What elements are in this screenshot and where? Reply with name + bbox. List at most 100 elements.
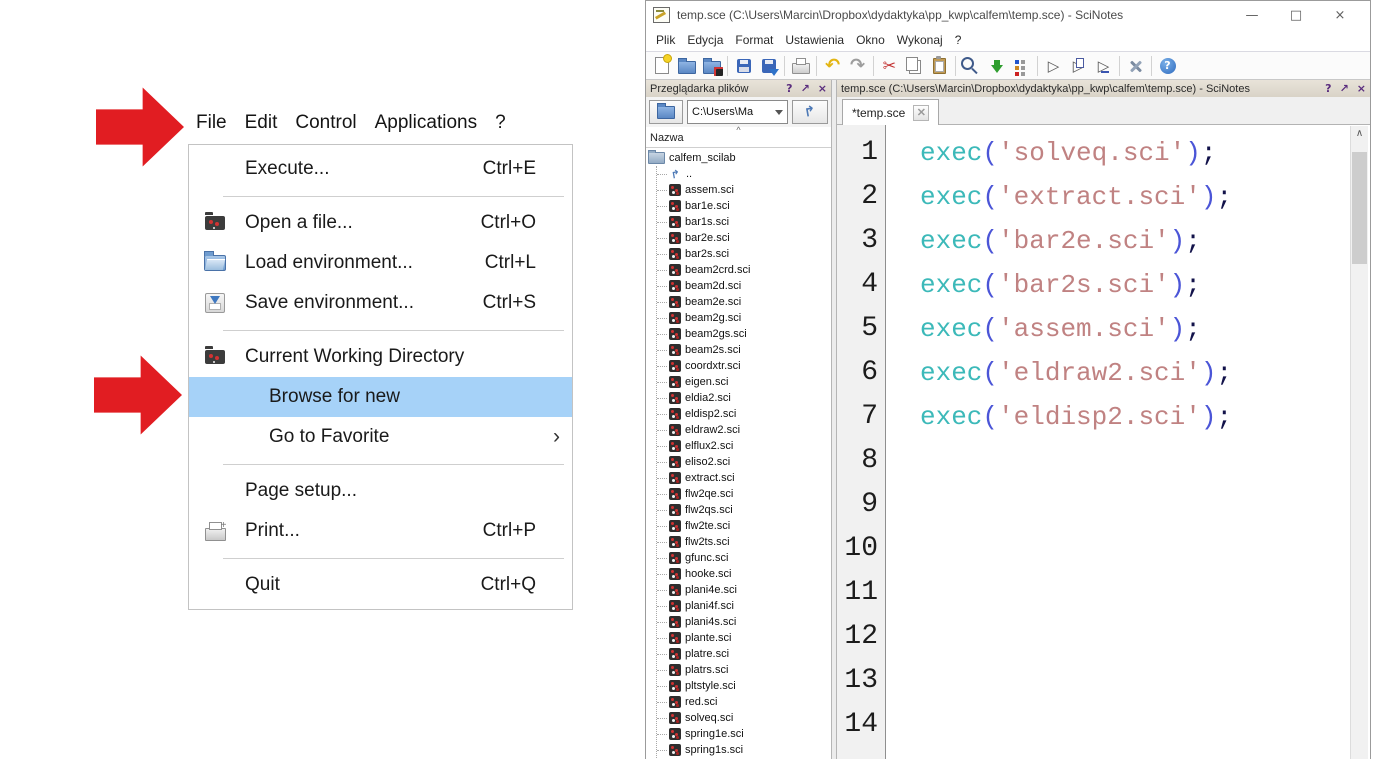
tab-close-icon[interactable]: ✕ <box>913 105 929 121</box>
overlay-menubar-item-applications[interactable]: Applications <box>375 112 477 134</box>
file-item-eldia2-sci[interactable]: eldia2.sci <box>657 390 831 406</box>
cut-button[interactable] <box>877 54 902 78</box>
code-lines[interactable]: exec('solveq.sci');exec('extract.sci'); e… <box>886 125 1370 759</box>
code-line[interactable] <box>920 703 1346 747</box>
file-item-elflux2-sci[interactable]: elflux2.sci <box>657 438 831 454</box>
execute-file-button[interactable] <box>1091 54 1116 78</box>
file-item-plani4e-sci[interactable]: plani4e.sci <box>657 582 831 598</box>
minimize-button[interactable]: — <box>1230 8 1274 23</box>
code-line[interactable]: exec('extract.sci'); <box>920 175 1346 219</box>
menubar-item-[interactable]: ? <box>949 31 968 49</box>
help-button[interactable] <box>1155 54 1180 78</box>
menu-item-save-environment[interactable]: Save environment...Ctrl+S <box>189 283 572 323</box>
menu-item-print[interactable]: Print...Ctrl+P <box>189 511 572 551</box>
menubar-item-edycja[interactable]: Edycja <box>681 31 729 49</box>
column-header-nazwa[interactable]: ^ Nazwa <box>646 127 831 148</box>
menu-item-browse-for-new[interactable]: Browse for new <box>189 377 572 417</box>
file-item-gfunc-sci[interactable]: gfunc.sci <box>657 550 831 566</box>
file-item-hooke-sci[interactable]: hooke.sci <box>657 566 831 582</box>
scrollbar-thumb[interactable] <box>1352 152 1367 264</box>
menubar-item-plik[interactable]: Plik <box>650 31 681 49</box>
menu-item-quit[interactable]: QuitCtrl+Q <box>189 565 572 605</box>
choose-directory-button[interactable] <box>649 100 683 124</box>
overlay-menubar-item-edit[interactable]: Edit <box>245 112 278 134</box>
file-item-flw2te-sci[interactable]: flw2te.sci <box>657 518 831 534</box>
save-as-button[interactable] <box>756 54 781 78</box>
menubar-item-okno[interactable]: Okno <box>850 31 891 49</box>
file-item-beam2s-sci[interactable]: beam2s.sci <box>657 342 831 358</box>
code-line[interactable]: exec('bar2s.sci'); <box>920 263 1346 307</box>
file-item-bar1s-sci[interactable]: bar1s.sci <box>657 214 831 230</box>
menu-item-page-setup[interactable]: Page setup... <box>189 471 572 511</box>
file-item-beam2d-sci[interactable]: beam2d.sci <box>657 278 831 294</box>
preferences-button[interactable] <box>1123 54 1148 78</box>
file-item-flw2ts-sci[interactable]: flw2ts.sci <box>657 534 831 550</box>
file-item-spring1s-sci[interactable]: spring1s.sci <box>657 742 831 758</box>
menu-item-open-a-file[interactable]: Open a file...Ctrl+O <box>189 203 572 243</box>
file-item-coordxtr-sci[interactable]: coordxtr.sci <box>657 358 831 374</box>
code-line[interactable]: exec('assem.sci'); <box>920 307 1346 351</box>
menubar-item-ustawienia[interactable]: Ustawienia <box>779 31 850 49</box>
menubar-item-format[interactable]: Format <box>729 31 779 49</box>
panel-undock-button[interactable]: ↗ <box>1340 83 1349 94</box>
file-item-bar1e-sci[interactable]: bar1e.sci <box>657 198 831 214</box>
open-scilab-file-button[interactable] <box>699 54 724 78</box>
code-area[interactable]: 1234567891011121314 exec('solveq.sci');e… <box>837 125 1370 759</box>
new-file-button[interactable] <box>649 54 674 78</box>
save-button[interactable] <box>731 54 756 78</box>
code-line[interactable] <box>920 527 1346 571</box>
file-item-plante-sci[interactable]: plante.sci <box>657 630 831 646</box>
file-item-beam2crd-sci[interactable]: beam2crd.sci <box>657 262 831 278</box>
overlay-menubar-item-[interactable]: ? <box>495 112 506 134</box>
overlay-menubar-item-control[interactable]: Control <box>295 112 356 134</box>
overlay-menubar-item-file[interactable]: File <box>196 112 227 134</box>
menu-item-go-to-favorite[interactable]: Go to Favorite› <box>189 417 572 457</box>
code-line[interactable]: exec('eldraw2.sci'); <box>920 351 1346 395</box>
file-item-eldisp2-sci[interactable]: eldisp2.sci <box>657 406 831 422</box>
file-item-spring1e-sci[interactable]: spring1e.sci <box>657 726 831 742</box>
file-item-bar2e-sci[interactable]: bar2e.sci <box>657 230 831 246</box>
scroll-up-icon[interactable]: ∧ <box>1351 126 1368 142</box>
execute-button[interactable] <box>1041 54 1066 78</box>
redo-button[interactable] <box>845 54 870 78</box>
file-item-eliso2-sci[interactable]: eliso2.sci <box>657 454 831 470</box>
tab-temp-sce[interactable]: *temp.sce ✕ <box>842 99 939 125</box>
code-line[interactable] <box>920 439 1346 483</box>
print-button[interactable] <box>788 54 813 78</box>
panel-close-button[interactable]: × <box>1357 83 1366 94</box>
file-item-beam2e-sci[interactable]: beam2e.sci <box>657 294 831 310</box>
file-item-plani4s-sci[interactable]: plani4s.sci <box>657 614 831 630</box>
code-line[interactable]: exec('eldisp2.sci'); <box>920 395 1346 439</box>
maximize-button[interactable]: □ <box>1274 8 1318 23</box>
file-item-beam2gs-sci[interactable]: beam2gs.sci <box>657 326 831 342</box>
file-item-flw2qe-sci[interactable]: flw2qe.sci <box>657 486 831 502</box>
file-item-beam2g-sci[interactable]: beam2g.sci <box>657 310 831 326</box>
path-combobox[interactable]: C:\Users\Ma <box>687 100 788 124</box>
code-line[interactable]: exec('solveq.sci'); <box>920 131 1346 175</box>
menu-item-execute[interactable]: Execute...Ctrl+E <box>189 149 572 189</box>
code-line[interactable] <box>920 615 1346 659</box>
copy-button[interactable] <box>902 54 927 78</box>
paste-button[interactable] <box>927 54 952 78</box>
undo-button[interactable] <box>820 54 845 78</box>
file-item-assem-sci[interactable]: assem.sci <box>657 182 831 198</box>
file-item-pltstyle-sci[interactable]: pltstyle.sci <box>657 678 831 694</box>
folder-item-root[interactable]: calfem_scilab <box>648 150 831 166</box>
file-item-platre-sci[interactable]: platre.sci <box>657 646 831 662</box>
file-item-eldraw2-sci[interactable]: eldraw2.sci <box>657 422 831 438</box>
code-line[interactable] <box>920 659 1346 703</box>
file-item-platrs-sci[interactable]: platrs.sci <box>657 662 831 678</box>
file-item-eigen-sci[interactable]: eigen.sci <box>657 374 831 390</box>
panel-help-button[interactable]: ? <box>1325 83 1331 94</box>
editor-scrollbar[interactable]: ∧ <box>1350 126 1368 759</box>
execute-with-echo-button[interactable] <box>1066 54 1091 78</box>
menu-item-current-working-directory[interactable]: Current Working Directory <box>189 337 572 377</box>
open-file-button[interactable] <box>674 54 699 78</box>
close-button[interactable]: × <box>1318 8 1362 23</box>
file-item-solveq-sci[interactable]: solveq.sci <box>657 710 831 726</box>
file-item-bar2s-sci[interactable]: bar2s.sci <box>657 246 831 262</box>
panel-undock-button[interactable]: ↗ <box>801 83 810 94</box>
file-item-extract-sci[interactable]: extract.sci <box>657 470 831 486</box>
find-replace-button[interactable] <box>959 54 984 78</box>
menu-item-load-environment[interactable]: Load environment...Ctrl+L <box>189 243 572 283</box>
